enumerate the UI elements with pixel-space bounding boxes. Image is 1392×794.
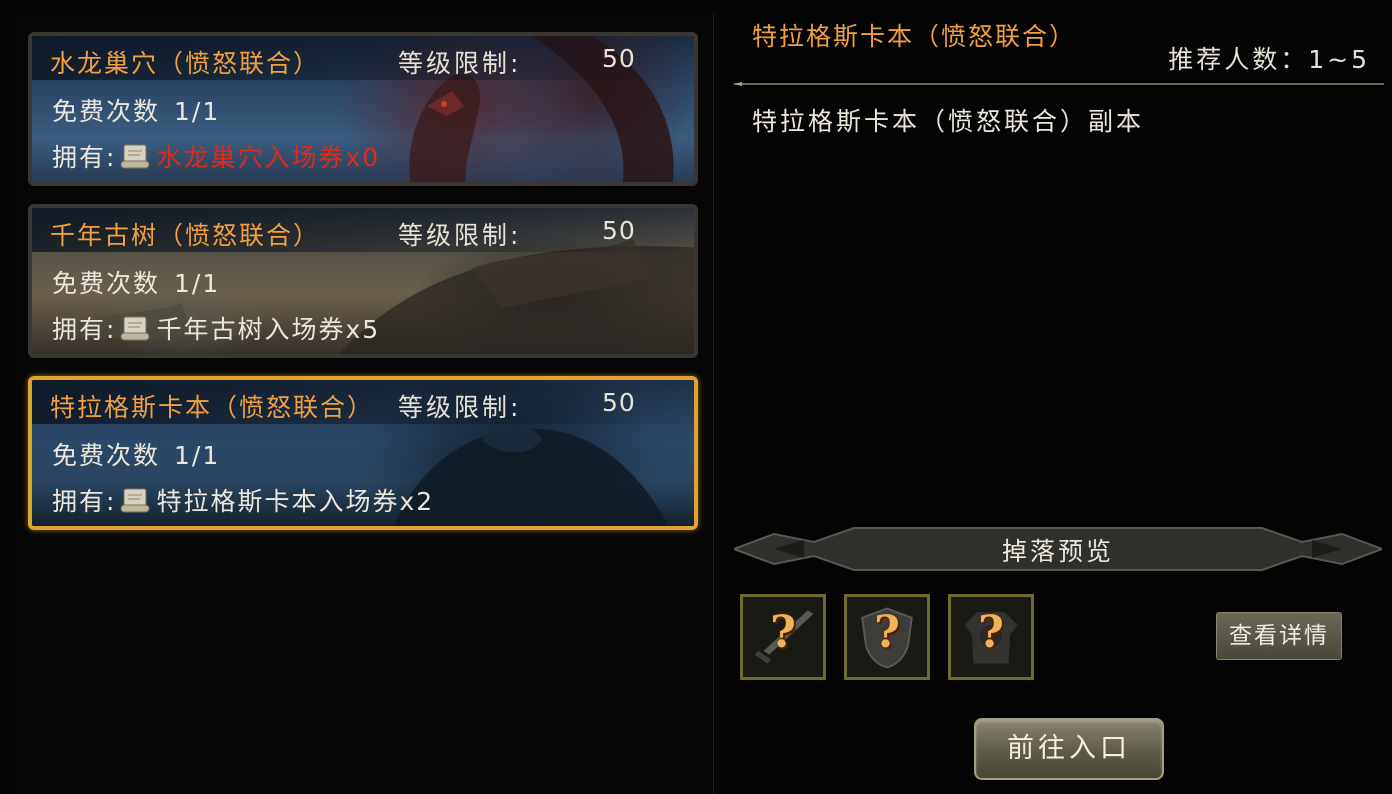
drop-item-slot[interactable]: ? [948, 594, 1034, 680]
dungeon-detail-panel: 特拉格斯卡本（愤怒联合） 推荐人数：1~5 特拉格斯卡本（愤怒联合）副本 掉落预… [724, 14, 1392, 794]
dungeon-card-millennium-tree[interactable]: 千年古树（愤怒联合） 等级限制: 50 免费次数 1/1 拥有: 千年古树入场券x… [28, 204, 698, 358]
scroll-ticket-icon [118, 139, 152, 173]
dungeon-list: 水龙巢穴（愤怒联合） 等级限制: 50 免费次数 1/1 拥有: 水龙巢穴入场券x… [14, 14, 714, 794]
owned-label: 拥有: [52, 143, 117, 172]
scroll-ticket-icon [118, 311, 152, 345]
dungeon-title: 千年古树（愤怒联合） [50, 221, 321, 250]
owned-label: 拥有: [52, 487, 117, 516]
owned-label: 拥有: [52, 315, 117, 344]
go-to-entrance-button[interactable]: 前往入口 [974, 718, 1164, 780]
free-attempts: 免费次数 1/1 [52, 264, 220, 300]
free-attempts: 免费次数 1/1 [52, 436, 220, 472]
unknown-item-mark: ? [978, 607, 1004, 658]
drop-preview-label: 掉落预览 [1001, 537, 1114, 566]
level-limit-label: 等级限制: [398, 393, 522, 422]
level-limit-label: 等级限制: [398, 221, 522, 250]
dungeon-description: 特拉格斯卡本（愤怒联合）副本 [752, 107, 1145, 136]
dungeon-card-tragoskaben[interactable]: 特拉格斯卡本（愤怒联合） 等级限制: 50 免费次数 1/1 拥有: 特拉格斯卡本… [28, 376, 698, 530]
recommended-players: 推荐人数：1~5 [1168, 45, 1370, 74]
unknown-item-mark: ? [770, 607, 796, 658]
level-limit-value: 50 [602, 44, 636, 73]
free-attempts-label: 免费次数 [52, 97, 161, 126]
view-details-button[interactable]: 查看详情 [1216, 612, 1342, 660]
dungeon-card-water-dragon-lair[interactable]: 水龙巢穴（愤怒联合） 等级限制: 50 免费次数 1/1 拥有: 水龙巢穴入场券x… [28, 32, 698, 186]
free-attempts-label: 免费次数 [52, 269, 161, 298]
owned-tickets: 拥有: 特拉格斯卡本入场券x2 [52, 482, 434, 518]
ticket-count: 千年古树入场券x5 [156, 315, 381, 344]
scroll-ticket-icon [118, 483, 152, 517]
free-attempts-value: 1/1 [174, 269, 221, 298]
owned-tickets: 拥有: 千年古树入场券x5 [52, 310, 380, 346]
ticket-count: 特拉格斯卡本入场券x2 [156, 487, 435, 516]
detail-title: 特拉格斯卡本（愤怒联合） [752, 22, 1077, 51]
dungeon-title: 水龙巢穴（愤怒联合） [50, 49, 321, 78]
drop-item-slot[interactable]: ? [740, 594, 826, 680]
level-limit-value: 50 [602, 388, 636, 417]
free-attempts-label: 免费次数 [52, 441, 161, 470]
free-attempts-value: 1/1 [174, 441, 221, 470]
drop-item-slot[interactable]: ? [844, 594, 930, 680]
title-divider [734, 82, 1384, 86]
dungeon-title: 特拉格斯卡本（愤怒联合） [50, 393, 375, 422]
ticket-count: 水龙巢穴入场券x0 [156, 143, 381, 172]
level-limit-label: 等级限制: [398, 49, 522, 78]
level-limit-value: 50 [602, 216, 636, 245]
free-attempts: 免费次数 1/1 [52, 92, 220, 128]
unknown-item-mark: ? [874, 607, 900, 658]
game-window: 水龙巢穴（愤怒联合） 等级限制: 50 免费次数 1/1 拥有: 水龙巢穴入场券x… [0, 0, 1392, 794]
free-attempts-value: 1/1 [174, 97, 221, 126]
owned-tickets: 拥有: 水龙巢穴入场券x0 [52, 138, 380, 174]
